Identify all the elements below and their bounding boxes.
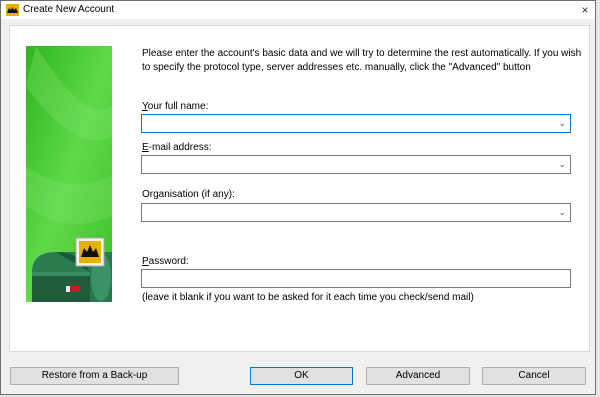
full-name-label-text: our full name:: [147, 101, 209, 112]
content-panel: Please enter the account's basic data an…: [9, 25, 590, 352]
password-field[interactable]: [141, 269, 571, 288]
organisation-combobox[interactable]: ⌄: [141, 203, 571, 222]
intro-text: Please enter the account's basic data an…: [142, 48, 582, 73]
email-label-text: -mail address:: [148, 142, 212, 153]
full-name-label: Your full name:: [142, 101, 208, 112]
organisation-label-text: anisation (if any):: [158, 189, 235, 200]
advanced-button[interactable]: Advanced: [366, 367, 470, 385]
chevron-down-icon[interactable]: ⌄: [558, 159, 566, 170]
mailbox-illustration: [26, 46, 112, 302]
window-title: Create New Account: [23, 4, 115, 15]
cancel-button[interactable]: Cancel: [482, 367, 586, 385]
organisation-label-prefix: Or: [142, 189, 154, 200]
title-bar: Create New Account ×: [1, 1, 595, 19]
ok-button[interactable]: OK: [250, 367, 353, 385]
chevron-down-icon[interactable]: ⌄: [558, 118, 566, 129]
full-name-combobox[interactable]: ⌄: [141, 114, 571, 133]
email-accel: E: [142, 142, 149, 153]
restore-backup-button[interactable]: Restore from a Back-up: [10, 367, 179, 385]
create-account-dialog: Create New Account × Please enter the ac…: [0, 0, 596, 395]
password-accel: P: [142, 256, 149, 267]
password-label: Password:: [142, 256, 189, 267]
password-hint: (leave it blank if you want to be asked …: [142, 292, 474, 303]
close-icon[interactable]: ×: [575, 1, 595, 19]
organisation-label: Organisation (if any):: [142, 189, 235, 200]
password-label-text: assword:: [148, 256, 189, 267]
email-label: E-mail address:: [142, 142, 211, 153]
email-combobox[interactable]: ⌄: [141, 155, 571, 174]
chevron-down-icon[interactable]: ⌄: [558, 207, 566, 218]
app-icon: [6, 4, 19, 16]
